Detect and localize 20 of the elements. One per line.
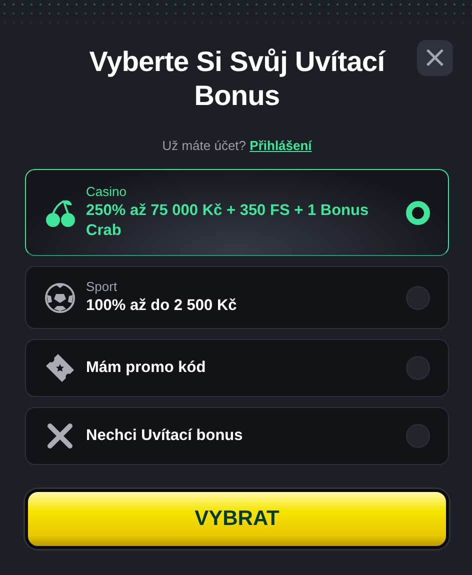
radio-button[interactable] [406,424,430,448]
option-category: Casino [86,184,128,199]
login-prompt: Už máte účet? [162,138,246,153]
bonus-option[interactable]: Mám promo kód [25,339,449,397]
option-category: Sport [86,279,118,294]
dialog-title: Vyberte Si Svůj Uvítací Bonus [88,45,387,113]
login-link[interactable]: Přihlášení [250,138,312,153]
radio-button[interactable] [406,286,430,310]
option-label: Mám promo kód [86,358,207,378]
soccer-ball-icon [44,282,76,314]
bonus-option[interactable]: Sport 100% až do 2 500 Kč [25,266,449,329]
bonus-option[interactable]: Casino 250% až 75 000 Kč + 350 FS + 1 Bonus Crab [25,169,449,256]
option-label: 250% až 75 000 Kč + 350 FS + 1 Bonus Crab [86,201,370,241]
radio-button[interactable] [406,356,430,380]
select-button[interactable]: VYBRAT [25,489,449,549]
option-label: Nechci Uvítací bonus [86,426,244,446]
ticket-icon [44,352,76,384]
close-button[interactable]: × [417,40,453,76]
option-label: 100% až do 2 500 Kč [86,296,238,316]
bonus-option[interactable]: Nechci Uvítací bonus [25,407,449,465]
